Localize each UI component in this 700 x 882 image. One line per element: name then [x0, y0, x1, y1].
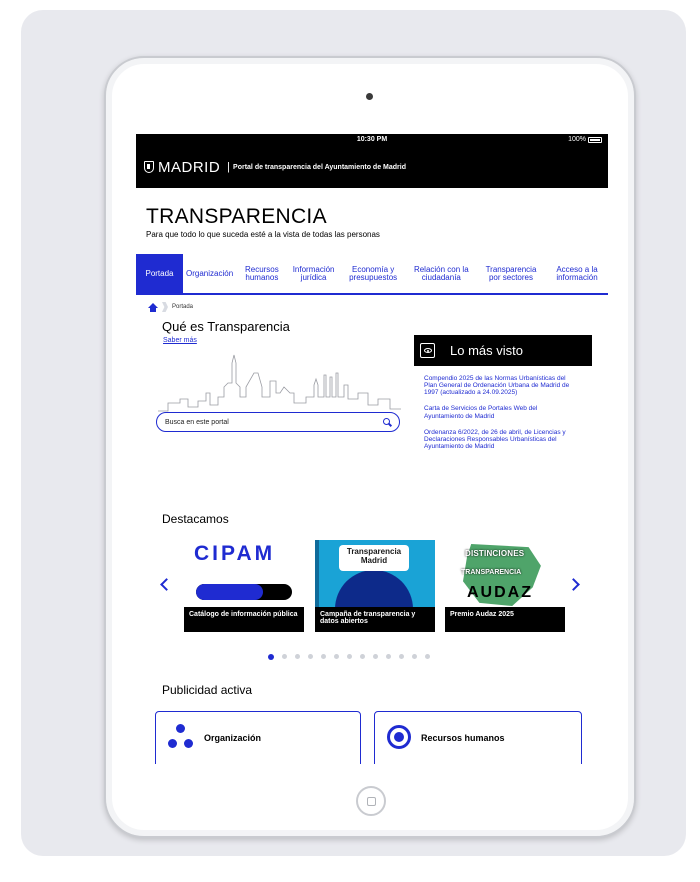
card-recursos-humanos[interactable]: Recursos humanos: [374, 711, 582, 764]
saber-mas-link[interactable]: Saber más: [163, 337, 197, 344]
audaz-image-text: AUDAZ: [467, 584, 533, 601]
madrid-skyline-illustration: [158, 354, 401, 412]
home-icon[interactable]: [148, 302, 158, 312]
chevron-right-icon[interactable]: [567, 578, 580, 591]
battery-percent: 100%: [568, 136, 586, 143]
lo-mas-visto-header: Lo más visto: [414, 335, 592, 366]
header-separator: |: [227, 161, 231, 173]
mas-visto-link[interactable]: Carta de Servicios de Portales Web del A…: [424, 405, 576, 419]
slide-caption: Catálogo de información pública: [184, 607, 304, 632]
carousel-dot[interactable]: [425, 654, 430, 659]
carousel-dots: [268, 653, 430, 660]
carousel-dot[interactable]: [412, 654, 417, 659]
card-label: Organización: [204, 733, 262, 743]
carousel-slide-audaz[interactable]: DISTINCIONES TRANSPARENCIA AUDAZ Premio …: [445, 540, 565, 632]
madrid-logo[interactable]: MADRID: [158, 159, 220, 176]
site-header: MADRID | Portal de transparencia del Ayu…: [136, 146, 608, 188]
mas-visto-link[interactable]: Compendio 2025 de las Normas Urbanística…: [424, 375, 576, 396]
carousel-dot[interactable]: [334, 654, 339, 659]
nav-item-relacion-ciudadania[interactable]: Relación con la ciudadanía: [407, 254, 476, 293]
battery-indicator: 100%: [568, 136, 602, 143]
breadcrumb-separator-icon: [162, 302, 168, 312]
cipam-progress-fill: [196, 584, 264, 600]
home-square-icon: [367, 797, 376, 806]
nav-item-organizacion[interactable]: Organización: [183, 254, 236, 293]
chevron-left-icon[interactable]: [160, 578, 173, 591]
carousel-dot[interactable]: [321, 654, 326, 659]
eye-icon-box: [420, 343, 435, 358]
nav-item-acceso-informacion[interactable]: Acceso a la información: [546, 254, 608, 293]
camera-icon: [366, 93, 373, 100]
carousel-dot[interactable]: [295, 654, 300, 659]
intro-title: Qué es Transparencia: [162, 319, 290, 334]
publicidad-title: Publicidad activa: [162, 683, 253, 697]
carousel-dot[interactable]: [386, 654, 391, 659]
card-organizacion[interactable]: Organización: [155, 711, 361, 764]
carousel-dot[interactable]: [360, 654, 365, 659]
carousel-dot[interactable]: [268, 653, 274, 660]
nav-item-economia[interactable]: Economía y presupuestos: [340, 254, 407, 293]
cipam-progress-bar: [196, 584, 292, 600]
audaz-image-text: DISTINCIONES: [465, 549, 525, 558]
status-bar: 10:30 PM 100%: [136, 134, 608, 146]
lo-mas-visto-title: Lo más visto: [450, 343, 523, 358]
page-tagline: Para que todo lo que suceda esté a la vi…: [146, 230, 380, 239]
nav-item-portada[interactable]: Portada: [136, 254, 183, 293]
audaz-image-text: TRANSPARENCIA: [461, 569, 522, 576]
main-nav: Portada Organización Recursos humanos In…: [136, 254, 608, 295]
nav-item-recursos-humanos[interactable]: Recursos humanos: [236, 254, 287, 293]
page-title[interactable]: TRANSPARENCIA: [146, 205, 598, 229]
carousel-slide-campana[interactable]: Transparencia Madrid Campaña de transpar…: [315, 540, 435, 632]
intro-section: Qué es Transparencia Saber más Busca en …: [136, 319, 608, 519]
breadcrumb: Portada: [136, 295, 608, 319]
carousel-dot[interactable]: [347, 654, 352, 659]
breadcrumb-current: Portada: [172, 304, 194, 310]
carousel-dot[interactable]: [373, 654, 378, 659]
campaign-pill: Transparencia Madrid: [339, 545, 409, 571]
nav-item-transparencia-sectores[interactable]: Transparencia por sectores: [476, 254, 546, 293]
portal-subtitle[interactable]: Portal de transparencia del Ayuntamiento…: [233, 164, 406, 171]
search-placeholder[interactable]: Busca en este portal: [165, 419, 229, 426]
slide-caption: Campaña de transparencia y datos abierto…: [315, 607, 435, 632]
card-label: Recursos humanos: [421, 733, 505, 743]
status-time: 10:30 PM: [356, 136, 388, 143]
destacamos-carousel: CIPAM Catálogo de información pública Tr…: [136, 540, 608, 640]
mas-visto-link[interactable]: Ordenanza 6/2022, de 26 de abril, de Lic…: [424, 429, 576, 450]
brand-area: TRANSPARENCIA Para que todo lo que suced…: [136, 188, 608, 254]
slide-stripe: [315, 540, 319, 610]
madrid-shield-icon[interactable]: [144, 161, 154, 173]
cipam-logo: CIPAM: [194, 542, 276, 565]
destacamos-title: Destacamos: [162, 512, 229, 526]
battery-icon: [588, 136, 602, 143]
radio-icon: [387, 725, 411, 749]
carousel-dot[interactable]: [399, 654, 404, 659]
people-icon: [168, 724, 194, 750]
nav-item-informacion-juridica[interactable]: Información jurídica: [288, 254, 340, 293]
home-button[interactable]: [356, 786, 386, 816]
carousel-slide-catalogo[interactable]: CIPAM Catálogo de información pública: [184, 540, 304, 632]
search-box[interactable]: Busca en este portal: [156, 412, 400, 432]
lo-mas-visto-panel: Lo más visto Compendio 2025 de las Norma…: [414, 335, 592, 450]
carousel-dot[interactable]: [282, 654, 287, 659]
search-icon[interactable]: [383, 418, 391, 426]
slide-caption: Premio Audaz 2025: [445, 607, 565, 632]
eye-icon: [423, 348, 432, 353]
campaign-figure-image: [335, 570, 413, 610]
carousel-dot[interactable]: [308, 654, 313, 659]
tablet-screen: 10:30 PM 100% MADRID | Portal de transpa…: [136, 134, 608, 764]
